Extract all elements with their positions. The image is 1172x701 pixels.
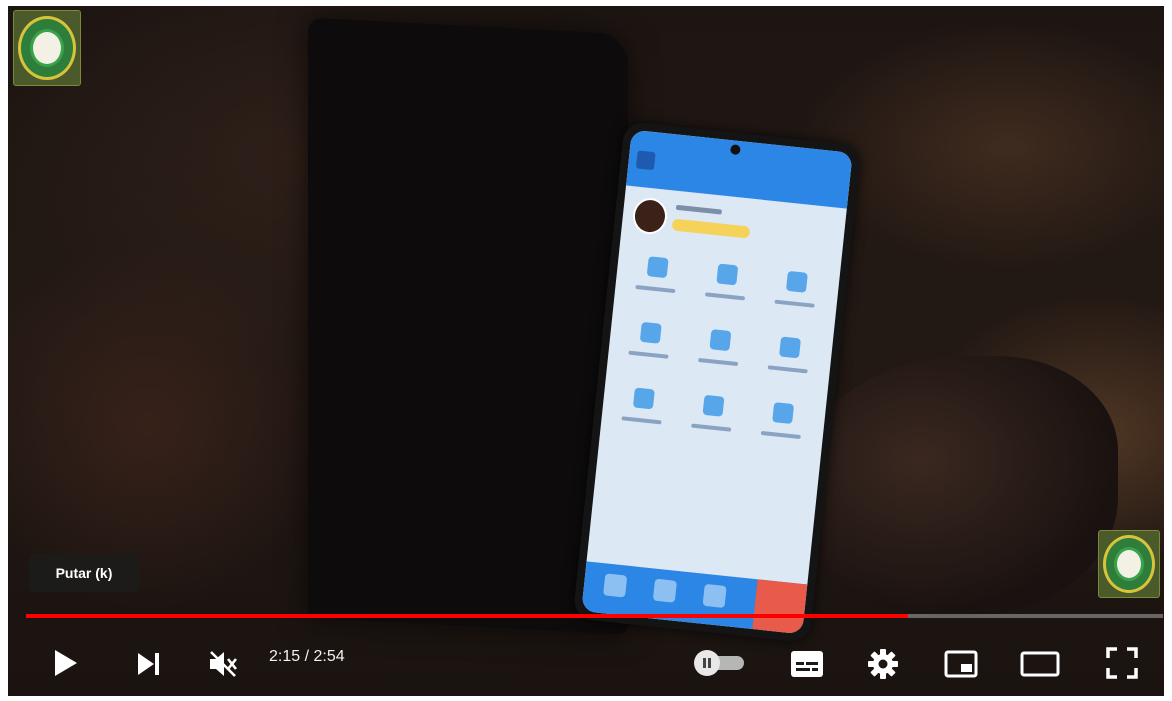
- autoplay-toggle[interactable]: [694, 650, 746, 676]
- play-button[interactable]: [48, 646, 82, 680]
- video-player[interactable]: Putar (k) 2:15 / 2:54: [8, 6, 1164, 696]
- miniplayer-button[interactable]: [942, 646, 980, 682]
- autoplay-knob: [694, 650, 720, 676]
- settings-button[interactable]: [864, 645, 902, 683]
- theater-mode-icon: [1020, 651, 1060, 677]
- progress-played: [26, 614, 909, 618]
- pause-icon: [703, 658, 711, 668]
- theater-mode-button[interactable]: [1018, 646, 1062, 682]
- play-icon: [55, 650, 77, 676]
- subtitles-button[interactable]: [788, 646, 826, 682]
- fullscreen-icon: [1106, 647, 1138, 679]
- mute-button[interactable]: [205, 646, 241, 682]
- miniplayer-icon: [944, 650, 978, 678]
- duration: 2:54: [313, 648, 345, 665]
- next-icon: [138, 653, 159, 675]
- player-controls: 2:15 / 2:54: [8, 6, 1164, 696]
- subtitles-icon: [791, 651, 823, 677]
- fullscreen-button[interactable]: [1103, 644, 1141, 682]
- time-display: 2:15 / 2:54: [269, 648, 345, 666]
- time-separator: /: [300, 648, 314, 665]
- current-time: 2:15: [269, 648, 301, 665]
- gear-icon: [868, 649, 898, 679]
- progress-bar[interactable]: [26, 614, 1163, 618]
- next-button[interactable]: [132, 648, 164, 680]
- volume-muted-icon: [210, 651, 238, 677]
